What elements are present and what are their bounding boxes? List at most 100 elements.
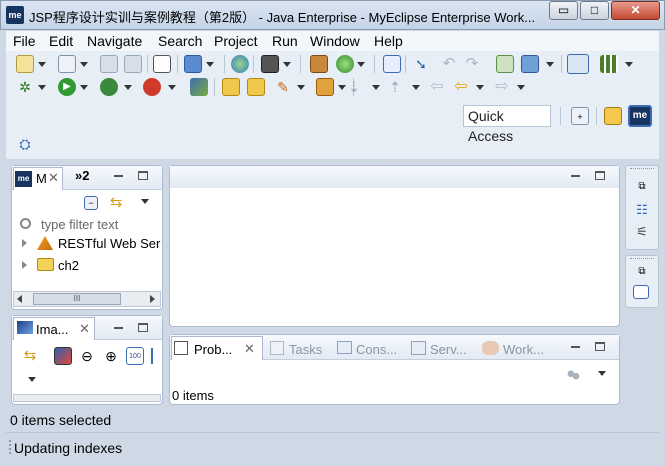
status-grip (9, 440, 11, 454)
myeclipse-tab-icon: me (15, 171, 32, 187)
workspace-tab[interactable]: Work... (503, 342, 544, 357)
tree-item-rest[interactable]: RESTful Web Ser (58, 236, 162, 251)
forward-icon[interactable]: ⇨ (493, 78, 511, 96)
zoom-in-icon[interactable]: ⊕ (102, 347, 120, 365)
fit-image-icon[interactable] (54, 347, 72, 365)
undo-icon[interactable]: ↶ (440, 55, 458, 73)
problems-count: 0 items (172, 388, 214, 403)
run-server-icon[interactable] (336, 55, 354, 73)
package-icon[interactable] (310, 55, 328, 73)
run-coverage-icon[interactable] (100, 78, 118, 96)
overflow-icon[interactable] (151, 348, 154, 364)
outline-icon[interactable]: ☷ (633, 201, 651, 219)
minimize-button[interactable]: ▭ (549, 1, 578, 20)
focus-on-active-task-icon[interactable] (567, 369, 580, 381)
redo-icon[interactable]: ↷ (463, 55, 481, 73)
maximize-view-icon[interactable] (138, 323, 148, 332)
editor-tabbar (170, 166, 619, 188)
hierarchy-icon[interactable]: ⚟ (633, 223, 651, 241)
myeclipse-market-icon[interactable] (190, 78, 208, 96)
sync-icon[interactable]: ⛭ (16, 135, 34, 153)
trim-grip[interactable] (630, 258, 654, 260)
menu-edit[interactable]: Edit (49, 33, 73, 49)
maximize-view-icon[interactable] (138, 171, 148, 180)
grid-layout-icon[interactable] (600, 55, 618, 73)
menu-project[interactable]: Project (214, 33, 258, 49)
restore-icon[interactable]: ⧉ (633, 263, 651, 281)
quick-access-field[interactable]: Quick Access (463, 105, 551, 144)
servers-tab[interactable]: Serv... (430, 342, 467, 357)
server-deploy-icon[interactable] (521, 55, 539, 73)
editor-area (169, 165, 620, 327)
tasks-tab[interactable]: Tasks (289, 342, 322, 357)
pin-icon[interactable]: ➘ (412, 55, 430, 73)
camera-icon[interactable] (261, 55, 279, 73)
terminal-icon[interactable] (153, 55, 171, 73)
save-icon[interactable] (100, 55, 118, 73)
debug-icon[interactable]: ✲ (16, 78, 34, 96)
restore-icon[interactable]: ⧉ (633, 178, 651, 196)
sync-image-icon[interactable]: ⇆ (21, 347, 39, 365)
console-icon (337, 341, 352, 354)
minimize-view-icon[interactable] (114, 175, 123, 177)
java-ee-perspective-icon[interactable] (604, 107, 622, 125)
monitor-icon[interactable] (383, 55, 401, 73)
expand-arrow-icon[interactable] (22, 261, 27, 269)
collapse-all-icon[interactable]: − (84, 196, 98, 210)
globe-icon[interactable] (231, 55, 249, 73)
image-scrollbar[interactable] (13, 394, 161, 402)
search-icon (20, 218, 31, 229)
new-class-icon[interactable] (58, 55, 76, 73)
minimize-view-icon[interactable] (114, 327, 123, 329)
brush-icon[interactable]: ✎ (274, 78, 292, 96)
maximize-editor-icon[interactable] (595, 171, 605, 180)
menu-window[interactable]: Window (310, 33, 360, 49)
scroll-left-icon[interactable] (17, 295, 22, 303)
search-task-icon[interactable] (316, 78, 334, 96)
myeclipse-app-icon: me (6, 6, 24, 24)
open-folder-icon[interactable] (222, 78, 240, 96)
filter-field[interactable]: type filter text (41, 217, 118, 232)
new-icon[interactable] (16, 55, 34, 73)
myeclipse-perspective-icon[interactable]: me (628, 105, 652, 127)
build-icon[interactable] (496, 55, 514, 73)
menu-run[interactable]: Run (272, 33, 298, 49)
deploy-icon[interactable] (184, 55, 202, 73)
minimize-view-icon[interactable] (571, 346, 580, 348)
prev-annotation-icon[interactable]: ⇡ (386, 78, 404, 96)
menu-file[interactable]: File (13, 33, 36, 49)
expand-arrow-icon[interactable] (22, 239, 27, 247)
back-icon[interactable]: ⇦ (452, 78, 470, 96)
zoom-out-icon[interactable]: ⊖ (78, 347, 96, 365)
scroll-right-icon[interactable] (150, 295, 155, 303)
close-tab-icon[interactable]: ✕ (244, 341, 255, 357)
link-with-editor-icon[interactable]: ⇆ (107, 194, 125, 212)
open-perspective-icon[interactable] (567, 54, 589, 74)
close-button[interactable]: ✕ (611, 1, 660, 20)
menu-search[interactable]: Search (158, 33, 202, 49)
open-resource-icon[interactable] (247, 78, 265, 96)
actual-size-icon[interactable]: 100 (126, 347, 144, 365)
last-edit-icon[interactable]: ⇦ (428, 78, 446, 96)
properties-icon[interactable] (633, 285, 649, 299)
progress-status: Updating indexes (14, 440, 123, 456)
maximize-view-icon[interactable] (595, 342, 605, 351)
menu-navigate[interactable]: Navigate (87, 33, 142, 49)
minimize-editor-icon[interactable] (571, 175, 580, 177)
menu-help[interactable]: Help (374, 33, 403, 49)
console-tab[interactable]: Cons... (356, 342, 397, 357)
maximize-button[interactable]: □ (580, 1, 609, 20)
tree-item-ch2[interactable]: ch2 (58, 258, 79, 273)
trim-grip[interactable] (630, 168, 654, 170)
status-divider (6, 432, 659, 433)
web-project-folder-icon (37, 258, 54, 271)
save-all-icon[interactable] (124, 55, 142, 73)
run-icon[interactable]: ▶ (58, 78, 76, 96)
scroll-thumb[interactable]: III (33, 293, 121, 305)
external-tools-icon[interactable] (143, 78, 161, 96)
next-annotation-icon[interactable]: ⇣ (345, 78, 363, 96)
close-tab-icon[interactable]: ✕ (79, 321, 90, 337)
open-perspective-button-icon[interactable]: + (571, 107, 589, 125)
more-views-chevron[interactable]: »2 (75, 168, 89, 183)
close-tab-icon[interactable]: ✕ (48, 170, 59, 186)
